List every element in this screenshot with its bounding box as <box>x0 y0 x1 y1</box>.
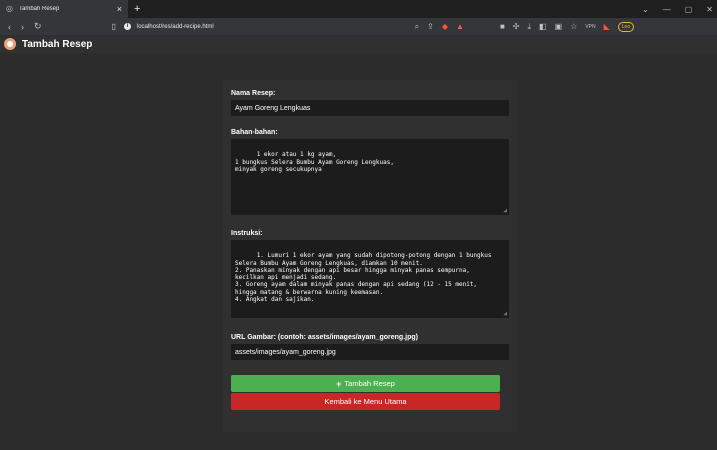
chevron-down-icon[interactable]: ⌄ <box>642 5 649 14</box>
bahan-textarea[interactable]: 1 ekor atau 1 kg ayam, 1 bungkus Selera … <box>231 139 509 215</box>
rewards-icon[interactable]: ◣ <box>604 22 610 31</box>
browser-tab[interactable]: ◎ Tambah Resep × <box>0 0 128 18</box>
puzzle-icon[interactable]: ✣ <box>513 22 520 31</box>
instruksi-text: 1. Lumuri 1 ekor ayam yang sudah dipoton… <box>235 252 492 304</box>
resize-handle-icon[interactable]: ◢ <box>503 310 507 317</box>
url-gambar-input[interactable]: assets/images/ayam_goreng.jpg <box>231 344 509 360</box>
resize-handle-icon[interactable]: ◢ <box>503 207 507 214</box>
extension-icon[interactable]: ■ <box>500 22 505 31</box>
browser-toolbar: ‹ › ↻ ▯ i localhost/res/add-recipe.html … <box>0 18 717 35</box>
address-bar-icons: ⌕ ⇪ ◆ ▲ <box>415 22 464 32</box>
tab-title: Tambah Resep <box>19 6 60 12</box>
reload-icon[interactable]: ↻ <box>34 21 42 32</box>
nama-resep-input[interactable]: Ayam Goreng Lengkuas <box>231 100 509 116</box>
wallet-icon[interactable]: ▣ <box>555 22 563 31</box>
browser-tabbar: ◎ Tambah Resep × + ⌄ — ▢ ✕ <box>0 0 717 18</box>
extension-icons: ■ ✣ ⤓ ◧ ▣ ☆ VPN ◣ Leo <box>500 21 635 32</box>
add-recipe-button[interactable]: + Tambah Resep <box>231 375 500 392</box>
share-icon[interactable]: ⇪ <box>427 22 434 32</box>
bookmark-star-icon[interactable]: ☆ <box>570 22 577 31</box>
bahan-label: Bahan-bahan: <box>231 129 278 136</box>
zoom-icon[interactable]: ⌕ <box>415 22 419 32</box>
app-header: Tambah Resep <box>0 35 717 53</box>
info-icon[interactable]: i <box>123 23 131 30</box>
window-controls: ⌄ — ▢ ✕ <box>642 0 713 18</box>
app-logo-icon <box>4 38 16 50</box>
bahan-text: 1 ekor atau 1 kg ayam, 1 bungkus Selera … <box>235 151 394 173</box>
sidebar-icon[interactable]: ◧ <box>539 22 547 31</box>
close-tab-icon[interactable]: × <box>117 4 122 14</box>
address-bar[interactable]: i localhost/res/add-recipe.html ⌕ ⇪ ◆ ▲ <box>123 20 464 33</box>
page-title: Tambah Resep <box>22 38 93 50</box>
minimize-icon[interactable]: — <box>663 5 671 14</box>
plus-icon: + <box>336 378 342 389</box>
close-window-icon[interactable]: ✕ <box>706 5 713 14</box>
url-gambar-label: URL Gambar: (contoh: assets/images/ayam_… <box>231 334 418 341</box>
instruksi-textarea[interactable]: 1. Lumuri 1 ekor ayam yang sudah dipoton… <box>231 240 509 318</box>
add-recipe-form: Nama Resep: Ayam Goreng Lengkuas Bahan-b… <box>223 80 517 432</box>
profile-button[interactable]: Leo <box>617 21 635 32</box>
page-body: Nama Resep: Ayam Goreng Lengkuas Bahan-b… <box>0 53 717 450</box>
add-recipe-label: Tambah Resep <box>344 379 395 388</box>
bookmark-icon[interactable]: ▯ <box>112 22 116 31</box>
new-tab-button[interactable]: + <box>134 3 140 15</box>
instruksi-label: Instruksi: <box>231 230 263 237</box>
brave-shield-icon[interactable]: ◆ <box>442 22 448 32</box>
vpn-badge[interactable]: VPN <box>585 24 595 30</box>
back-to-menu-button[interactable]: Kembali ke Menu Utama <box>231 393 500 410</box>
nama-resep-label: Nama Resep: <box>231 90 276 97</box>
maximize-icon[interactable]: ▢ <box>685 5 693 14</box>
warning-triangle-icon[interactable]: ▲ <box>456 22 464 32</box>
download-icon[interactable]: ⤓ <box>528 22 532 32</box>
back-arrow-icon[interactable]: ‹ <box>8 22 11 32</box>
forward-arrow-icon[interactable]: › <box>21 22 24 32</box>
globe-icon: ◎ <box>6 4 13 13</box>
url-text[interactable]: localhost/res/add-recipe.html <box>137 24 415 30</box>
